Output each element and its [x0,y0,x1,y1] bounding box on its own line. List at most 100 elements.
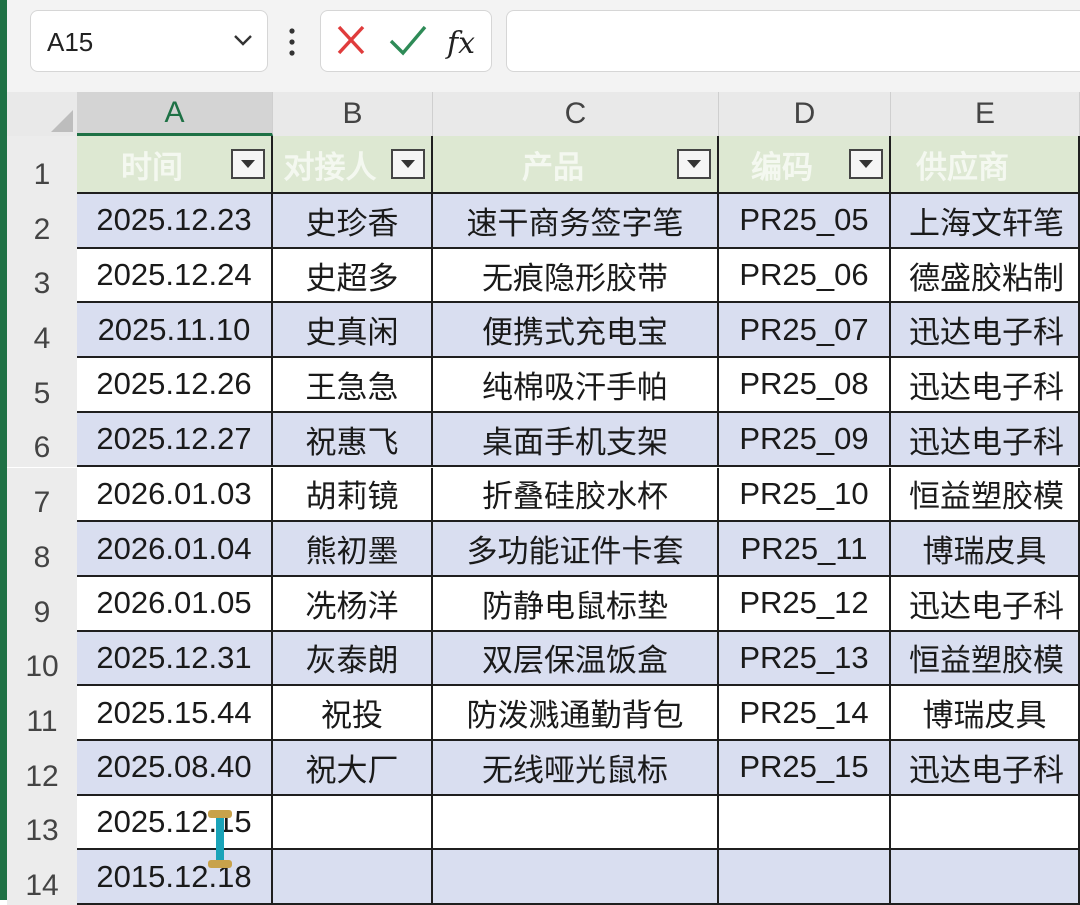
row-header-10[interactable]: 10 [7,631,77,687]
cell-e8[interactable]: 博瑞皮具 [891,522,1080,577]
row-header-3[interactable]: 3 [7,248,77,304]
cell-a4[interactable]: 2025.11.10 [77,303,273,359]
cell-b13[interactable] [273,795,433,851]
cell-e5[interactable]: 迅达电子科 [891,358,1080,413]
row-header-7[interactable]: 7 [7,467,77,523]
cell-c12[interactable]: 无线哑光鼠标 [433,741,719,796]
cell-e13[interactable] [891,795,1080,851]
cell-a6[interactable]: 2025.12.27 [77,412,273,468]
cell-a9[interactable]: 2026.01.05 [77,576,273,632]
formula-input[interactable] [506,10,1080,72]
header-cell-c[interactable]: 产品 [433,136,719,194]
cell-c5[interactable]: 纯棉吸汗手帕 [433,358,719,413]
cell-d7[interactable]: PR25_10 [719,467,891,523]
column-header-d[interactable]: D [719,92,891,136]
cell-e12[interactable]: 迅达电子科 [891,741,1080,796]
cell-c14[interactable] [433,850,719,905]
cell-e14[interactable] [891,850,1080,905]
cell-a12[interactable]: 2025.08.40 [77,741,273,796]
filter-dropdown-icon[interactable] [231,149,265,179]
cell-a10[interactable]: 2025.12.31 [77,631,273,687]
cell-a11[interactable]: 2025.15.44 [77,686,273,741]
cell-b2[interactable]: 史珍香 [273,194,433,249]
cell-d6[interactable]: PR25_09 [719,412,891,468]
cell-b10[interactable]: 灰泰朗 [273,631,433,687]
header-cell-b[interactable]: 对接人 [273,136,433,194]
cell-c8[interactable]: 多功能证件卡套 [433,522,719,577]
cell-c2[interactable]: 速干商务签字笔 [433,194,719,249]
cell-e9[interactable]: 迅达电子科 [891,576,1080,632]
cell-e10[interactable]: 恒益塑胶模 [891,631,1080,687]
cell-d14[interactable] [719,850,891,905]
row-header-4[interactable]: 4 [7,303,77,359]
cell-e2[interactable]: 上海文轩笔 [891,194,1080,249]
cell-d9[interactable]: PR25_12 [719,576,891,632]
cell-d2[interactable]: PR25_05 [719,194,891,249]
row-header-9[interactable]: 9 [7,576,77,632]
header-cell-a[interactable]: 时间 [77,136,273,194]
cell-a3[interactable]: 2025.12.24 [77,248,273,304]
cell-a2[interactable]: 2025.12.23 [77,194,273,249]
cell-d11[interactable]: PR25_14 [719,686,891,741]
row-header-14[interactable]: 14 [7,850,77,905]
function-icon[interactable]: fx [443,11,483,71]
cell-d13[interactable] [719,795,891,851]
cell-e3[interactable]: 德盛胶粘制 [891,248,1080,304]
row-header-6[interactable]: 6 [7,412,77,468]
cell-c10[interactable]: 双层保温饭盒 [433,631,719,687]
filter-dropdown-icon[interactable] [391,149,425,179]
cell-c6[interactable]: 桌面手机支架 [433,412,719,468]
cell-e11[interactable]: 博瑞皮具 [891,686,1080,741]
name-box[interactable]: A15 [30,10,268,72]
column-header-a[interactable]: A [77,92,273,136]
row-header-12[interactable]: 12 [7,741,77,796]
cell-b3[interactable]: 史超多 [273,248,433,304]
cell-b12[interactable]: 祝大厂 [273,741,433,796]
row-header-11[interactable]: 11 [7,686,77,741]
cell-b6[interactable]: 祝惠飞 [273,412,433,468]
cell-a8[interactable]: 2026.01.04 [77,522,273,577]
column-header-c[interactable]: C [433,92,719,136]
cell-d10[interactable]: PR25_13 [719,631,891,687]
cell-c7[interactable]: 折叠硅胶水杯 [433,467,719,523]
cell-c4[interactable]: 便携式充电宝 [433,303,719,359]
cell-d3[interactable]: PR25_06 [719,248,891,304]
cell-b11[interactable]: 祝投 [273,686,433,741]
header-cell-e[interactable]: 供应商 [891,136,1080,194]
header-cell-d[interactable]: 编码 [719,136,891,194]
cell-b14[interactable] [273,850,433,905]
cell-e7[interactable]: 恒益塑胶模 [891,467,1080,523]
cell-b5[interactable]: 王急急 [273,358,433,413]
select-all-corner[interactable] [7,92,77,136]
cell-e6[interactable]: 迅达电子科 [891,412,1080,468]
column-header-e[interactable]: E [891,92,1080,136]
check-icon[interactable] [385,11,429,71]
cell-c13[interactable] [433,795,719,851]
filter-dropdown-icon[interactable] [849,149,883,179]
cell-d8[interactable]: PR25_11 [719,522,891,577]
column-header-b[interactable]: B [273,92,433,136]
cell-c9[interactable]: 防静电鼠标垫 [433,576,719,632]
close-icon[interactable] [331,11,371,71]
cell-c11[interactable]: 防泼溅通勤背包 [433,686,719,741]
chevron-down-icon[interactable] [231,28,255,52]
cell-a5[interactable]: 2025.12.26 [77,358,273,413]
cell-b7[interactable]: 胡莉镜 [273,467,433,523]
row-header-13[interactable]: 13 [7,795,77,851]
cell-d12[interactable]: PR25_15 [719,741,891,796]
cell-a14[interactable]: 2015.12.18 [77,850,273,905]
cell-a13[interactable]: 2025.12.15 [77,795,273,851]
cell-b8[interactable]: 熊初墨 [273,522,433,577]
cell-e4[interactable]: 迅达电子科 [891,303,1080,359]
row-header-2[interactable]: 2 [7,194,77,249]
filter-dropdown-icon[interactable] [677,149,711,179]
row-header-8[interactable]: 8 [7,522,77,577]
cell-c3[interactable]: 无痕隐形胶带 [433,248,719,304]
cell-d4[interactable]: PR25_07 [719,303,891,359]
cell-b4[interactable]: 史真闲 [273,303,433,359]
more-options-icon[interactable] [286,22,298,62]
row-header-1[interactable]: 1 [7,136,77,194]
cell-a7[interactable]: 2026.01.03 [77,467,273,523]
cell-b9[interactable]: 冼杨洋 [273,576,433,632]
row-header-5[interactable]: 5 [7,358,77,413]
